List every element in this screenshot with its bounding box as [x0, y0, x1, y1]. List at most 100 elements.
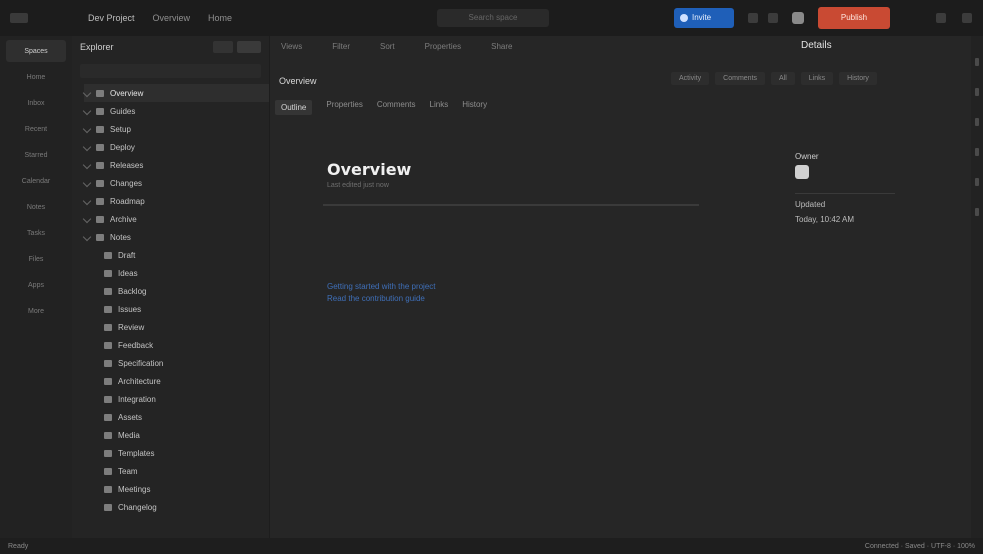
divider [795, 193, 895, 194]
details-header: Details [801, 40, 832, 51]
chevron-icon[interactable] [82, 160, 92, 170]
doc-tab[interactable]: Outline [275, 100, 313, 115]
tree-item[interactable]: Changelog [84, 498, 269, 516]
tree-item-label: Overview [110, 88, 144, 98]
details-tab[interactable]: History [839, 72, 877, 85]
tree-item[interactable]: Releases [82, 156, 269, 174]
new-button[interactable] [237, 41, 261, 53]
tool-icon[interactable] [975, 58, 979, 66]
tree-item[interactable]: Deploy [82, 138, 269, 156]
rail-item-apps[interactable]: Apps [6, 274, 66, 296]
close-icon[interactable] [962, 13, 972, 23]
toolbar-tab[interactable]: Filter [332, 42, 350, 51]
rail-item-spaces[interactable]: Spaces [6, 40, 66, 62]
tree-item[interactable]: Review [84, 318, 269, 336]
chevron-icon[interactable] [82, 178, 92, 188]
owner-avatar[interactable] [795, 165, 809, 179]
toolbar-tab[interactable]: Views [281, 42, 302, 51]
publish-button[interactable]: Publish [818, 7, 890, 29]
rail-item-inbox[interactable]: Inbox [6, 92, 66, 114]
page-icon [96, 197, 104, 205]
tree-item[interactable]: Guides [82, 102, 269, 120]
updated-label: Updated [795, 200, 826, 209]
tree-item[interactable]: Media [84, 426, 269, 444]
rail-item-tasks[interactable]: Tasks [6, 222, 66, 244]
doc-tab[interactable]: Properties [326, 100, 362, 115]
details-tabs: Activity Comments All Links History [671, 72, 877, 85]
details-tab[interactable]: All [771, 72, 795, 85]
tree-item[interactable]: Templates [84, 444, 269, 462]
tree-item[interactable]: Ideas [84, 264, 269, 282]
tree-item[interactable]: Backlog [84, 282, 269, 300]
doc-tab[interactable]: Links [430, 100, 449, 115]
tool-icon[interactable] [975, 88, 979, 96]
invite-button[interactable]: Invite [674, 8, 734, 28]
rail-item-starred[interactable]: Starred [6, 144, 66, 166]
rail-item-recent[interactable]: Recent [6, 118, 66, 140]
tree-item[interactable]: Feedback [84, 336, 269, 354]
breadcrumb-item-3[interactable]: Home [208, 13, 232, 23]
rail-item-more[interactable]: More [6, 300, 66, 322]
more-icon[interactable] [936, 13, 946, 23]
tree-item[interactable]: Integration [84, 390, 269, 408]
chevron-icon[interactable] [82, 214, 92, 224]
doc-tab[interactable]: Comments [377, 100, 416, 115]
tree-item[interactable]: Overview [82, 84, 269, 102]
tree-item[interactable]: Architecture [84, 372, 269, 390]
chevron-icon[interactable] [82, 232, 92, 242]
chevron-icon[interactable] [82, 124, 92, 134]
updated-value: Today, 10:42 AM [795, 215, 854, 224]
tree-item[interactable]: Roadmap [82, 192, 269, 210]
rail-item-home[interactable]: Home [6, 66, 66, 88]
chevron-icon[interactable] [82, 142, 92, 152]
doc-link[interactable]: Getting started with the project [327, 282, 436, 294]
tree-item[interactable]: Issues [84, 300, 269, 318]
status-bar: Ready Connected · Saved · UTF-8 · 100% [0, 538, 983, 554]
tree-item[interactable]: Meetings [84, 480, 269, 498]
toolbar-tab[interactable]: Share [491, 42, 512, 51]
rail-item-calendar[interactable]: Calendar [6, 170, 66, 192]
tool-icon[interactable] [975, 148, 979, 156]
chevron-icon[interactable] [82, 106, 92, 116]
invite-button-label: Invite [692, 13, 712, 22]
tree-filter-input[interactable] [80, 64, 261, 78]
chevron-icon[interactable] [82, 196, 92, 206]
avatar[interactable] [792, 12, 804, 24]
details-tab[interactable]: Activity [671, 72, 710, 85]
help-icon[interactable] [768, 13, 778, 23]
breadcrumb-item-2[interactable]: Overview [153, 13, 191, 23]
tree-item-label: Setup [110, 124, 131, 134]
breadcrumb-item-1[interactable]: Dev Project [88, 13, 135, 23]
bell-icon[interactable] [748, 13, 758, 23]
doc-title: Overview [279, 76, 317, 86]
details-tab[interactable]: Comments [715, 72, 766, 85]
page-icon [104, 377, 112, 385]
page-heading[interactable]: Overview [327, 160, 411, 179]
tree-item-label: Notes [110, 232, 131, 242]
tree-item-label: Changes [110, 178, 143, 188]
toolbar-tab[interactable]: Properties [425, 42, 461, 51]
tree-item[interactable]: Notes [82, 228, 269, 246]
tree-item[interactable]: Specification [84, 354, 269, 372]
tree-item[interactable]: Setup [82, 120, 269, 138]
tool-icon[interactable] [975, 118, 979, 126]
tree-list: Overview Guides Setup Deploy Releases Changes… [72, 84, 269, 516]
doc-tab[interactable]: History [462, 100, 487, 115]
details-tab[interactable]: Links [800, 72, 834, 85]
doc-link[interactable]: Read the contribution guide [327, 294, 436, 306]
rail-item-notes[interactable]: Notes [6, 196, 66, 218]
chevron-icon[interactable] [82, 88, 92, 98]
search-input[interactable]: Search space [437, 9, 549, 27]
rail-item-files[interactable]: Files [6, 248, 66, 270]
tree-item[interactable]: Draft [84, 246, 269, 264]
tree-item[interactable]: Changes [82, 174, 269, 192]
app-logo-icon[interactable] [10, 13, 28, 23]
page-icon [104, 449, 112, 457]
toolbar-tab[interactable]: Sort [380, 42, 395, 51]
tree-item[interactable]: Archive [82, 210, 269, 228]
tree-item[interactable]: Assets [84, 408, 269, 426]
tool-icon[interactable] [975, 178, 979, 186]
filter-icon[interactable] [213, 41, 233, 53]
tree-item[interactable]: Team [84, 462, 269, 480]
tool-icon[interactable] [975, 208, 979, 216]
